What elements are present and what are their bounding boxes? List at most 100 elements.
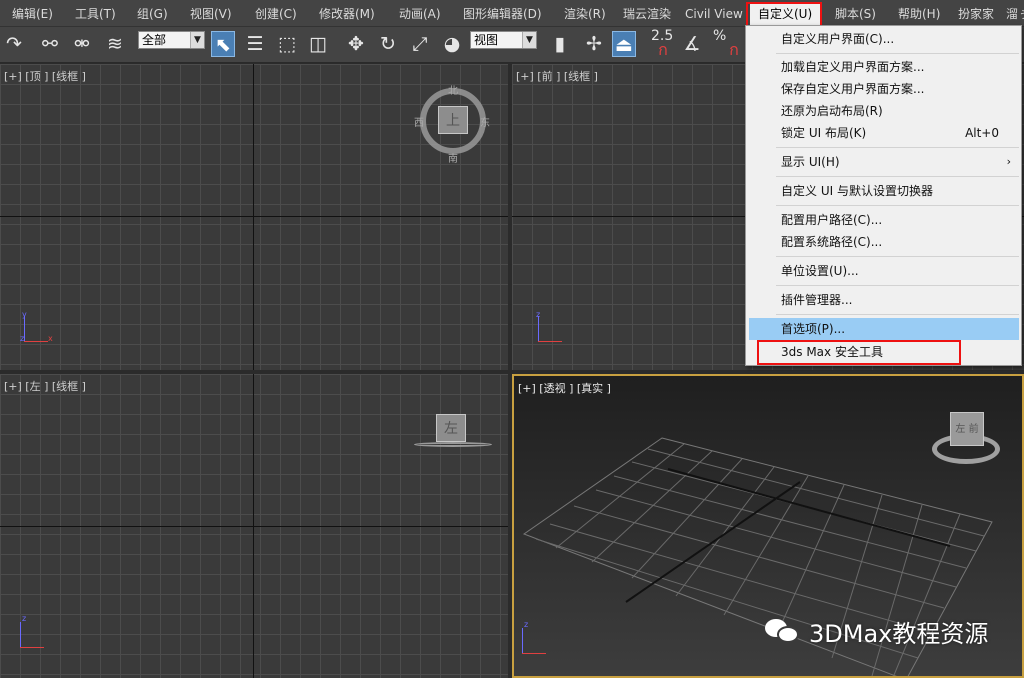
menu-separator — [776, 256, 1019, 257]
menu-separator — [776, 205, 1019, 206]
menu-item-label: 配置系统路径(C)... — [781, 235, 883, 249]
menu-overflow[interactable]: 溜ぅ — [1006, 5, 1024, 23]
menu-item-revert-startup-layout[interactable]: 还原为启动布局(R) — [746, 100, 1021, 122]
home-grid-y-axis — [253, 374, 254, 678]
pivot-center-icon[interactable]: ▮ — [548, 31, 572, 57]
compass-east-label: 东 — [480, 118, 490, 129]
home-grid-y-axis — [253, 64, 254, 370]
menu-item-preferences[interactable]: 首选项(P)... — [749, 318, 1019, 340]
menu-item-label: 单位设置(U)... — [781, 264, 859, 278]
menu-help[interactable]: 帮助(H) — [898, 5, 940, 23]
viewcube-face-left-front[interactable]: 左 前 — [950, 412, 984, 446]
keyboard-shortcut-override-icon[interactable]: ⏏ — [612, 31, 636, 57]
viewport-label[interactable]: [+] [左 ] [线框 ] — [4, 378, 86, 394]
menu-item-load-ui-scheme[interactable]: 加载自定义用户界面方案... — [746, 56, 1021, 78]
menu-edit[interactable]: 编辑(E) — [12, 5, 53, 23]
axis-triad: z — [518, 620, 558, 660]
viewport-top[interactable]: [+] [顶 ] [线框 ] 上 北 南 东 西 y z x — [0, 64, 508, 370]
menu-item-customize-ui[interactable]: 自定义用户界面(C)... — [746, 28, 1021, 50]
viewport-label[interactable]: [+] [顶 ] [线框 ] — [4, 68, 86, 84]
menu-item-shortcut: Alt+0 — [965, 126, 999, 140]
viewcube[interactable]: 左 前 — [932, 406, 1002, 472]
menu-scripting[interactable]: 脚本(S) — [835, 5, 876, 23]
select-object-icon[interactable]: ⬉ — [211, 31, 235, 57]
menu-tools[interactable]: 工具(T) — [75, 5, 116, 23]
menu-animation[interactable]: 动画(A) — [399, 5, 441, 23]
menu-item-show-ui[interactable]: 显示 UI(H) › — [746, 151, 1021, 173]
percent-snap-icon[interactable]: ก — [722, 37, 746, 63]
reference-coordinate-value: 视图 — [474, 33, 499, 47]
rotate-icon[interactable]: ↻ — [376, 31, 400, 57]
viewcube-face-left[interactable]: 左 — [436, 414, 466, 442]
select-manipulate-icon[interactable]: ✢ — [582, 31, 606, 57]
customize-menu-dropdown: 自定义用户界面(C)... 加载自定义用户界面方案... 保存自定义用户界面方案… — [745, 25, 1022, 366]
menu-item-units-setup[interactable]: 单位设置(U)... — [746, 260, 1021, 282]
menu-item-configure-user-paths[interactable]: 配置用户路径(C)... — [746, 209, 1021, 231]
menu-bar: 编辑(E) 工具(T) 组(G) 视图(V) 创建(C) 修改器(M) 动画(A… — [0, 0, 1024, 27]
menu-item-label: 插件管理器... — [781, 293, 853, 307]
selection-filter-dropdown[interactable]: 全部 ▼ — [138, 31, 205, 49]
move-icon[interactable]: ✥ — [344, 31, 368, 57]
link-icon[interactable]: ⚯ — [38, 31, 62, 57]
compass-north-label: 北 — [448, 86, 458, 97]
unlink-icon[interactable]: ⚮ — [70, 31, 94, 57]
menu-banjiajia[interactable]: 扮家家 — [958, 5, 994, 23]
menu-rayvision[interactable]: 瑞云渲染 — [623, 5, 671, 23]
chevron-down-icon: ▼ — [190, 32, 204, 48]
menu-item-label: 加载自定义用户界面方案... — [781, 60, 925, 74]
axis-triad: z — [534, 308, 574, 348]
menu-item-label: 还原为启动布局(R) — [781, 104, 883, 118]
scale-icon[interactable]: ⤢ — [408, 31, 432, 57]
redo-icon[interactable]: ↷ — [2, 31, 26, 57]
menu-separator — [776, 285, 1019, 286]
menu-item-custom-ui-defaults-switcher[interactable]: 自定义 UI 与默认设置切换器 — [746, 180, 1021, 202]
menu-group[interactable]: 组(G) — [137, 5, 168, 23]
compass-west-label: 西 — [414, 118, 424, 129]
chevron-down-icon: ▼ — [522, 32, 536, 48]
reference-coordinate-dropdown[interactable]: 视图 ▼ — [470, 31, 537, 49]
rectangular-selection-icon[interactable]: ⬚ — [275, 31, 299, 57]
angle-snap-icon[interactable]: ∡ — [680, 31, 704, 57]
axis-triad: y z x — [20, 310, 53, 343]
menu-views[interactable]: 视图(V) — [190, 5, 232, 23]
menu-graph-editors[interactable]: 图形编辑器(D) — [463, 5, 542, 23]
menu-item-save-ui-scheme[interactable]: 保存自定义用户界面方案... — [746, 78, 1021, 100]
watermark-text: 3DMax教程资源 — [809, 619, 989, 648]
menu-item-label: 配置用户路径(C)... — [781, 213, 883, 227]
bind-spacewarp-icon[interactable]: ≋ — [103, 31, 127, 57]
menu-item-label: 锁定 UI 布局(K) — [781, 126, 867, 140]
viewcube[interactable]: 左 — [414, 410, 494, 454]
chevron-right-icon: › — [1006, 155, 1011, 168]
watermark: 3DMax教程资源 — [765, 616, 989, 648]
menu-customize[interactable]: 自定义(U) — [750, 4, 821, 25]
snaps-toggle-icon[interactable]: ก — [651, 37, 675, 63]
menu-item-plugin-manager[interactable]: 插件管理器... — [746, 289, 1021, 311]
menu-modifiers[interactable]: 修改器(M) — [319, 5, 375, 23]
home-grid-x-axis — [0, 216, 508, 217]
viewcube-face-top[interactable]: 上 — [438, 106, 468, 134]
compass-south-label: 南 — [448, 154, 458, 165]
window-crossing-icon[interactable]: ◫ — [306, 31, 330, 57]
menu-item-security-tools[interactable]: 3ds Max 安全工具 — [746, 341, 1021, 363]
placement-icon[interactable]: ◕ — [440, 31, 464, 57]
menu-item-lock-ui-layout[interactable]: 锁定 UI 布局(K) Alt+0 — [746, 122, 1021, 144]
menu-separator — [776, 176, 1019, 177]
viewcube[interactable]: 上 北 南 东 西 — [412, 80, 502, 170]
menu-rendering[interactable]: 渲染(R) — [564, 5, 606, 23]
menu-separator — [776, 53, 1019, 54]
axis-triad: z — [16, 614, 56, 654]
menu-item-configure-system-paths[interactable]: 配置系统路径(C)... — [746, 231, 1021, 253]
menu-item-label: 保存自定义用户界面方案... — [781, 82, 925, 96]
menu-civil-view[interactable]: Civil View — [685, 5, 743, 23]
select-by-name-icon[interactable]: ☰ — [243, 31, 267, 57]
menu-item-label: 显示 UI(H) — [781, 155, 840, 169]
menu-item-label: 3ds Max 安全工具 — [781, 345, 883, 359]
menu-item-label: 自定义 UI 与默认设置切换器 — [781, 184, 933, 198]
selection-filter-value: 全部 — [142, 33, 167, 47]
home-grid-x-axis — [0, 526, 508, 527]
menu-create[interactable]: 创建(C) — [255, 5, 297, 23]
viewport-left[interactable]: [+] [左 ] [线框 ] 左 z — [0, 374, 508, 678]
viewport-label[interactable]: [+] [透视 ] [真实 ] — [518, 380, 611, 396]
wechat-icon — [765, 617, 799, 645]
viewport-label[interactable]: [+] [前 ] [线框 ] — [516, 68, 598, 84]
